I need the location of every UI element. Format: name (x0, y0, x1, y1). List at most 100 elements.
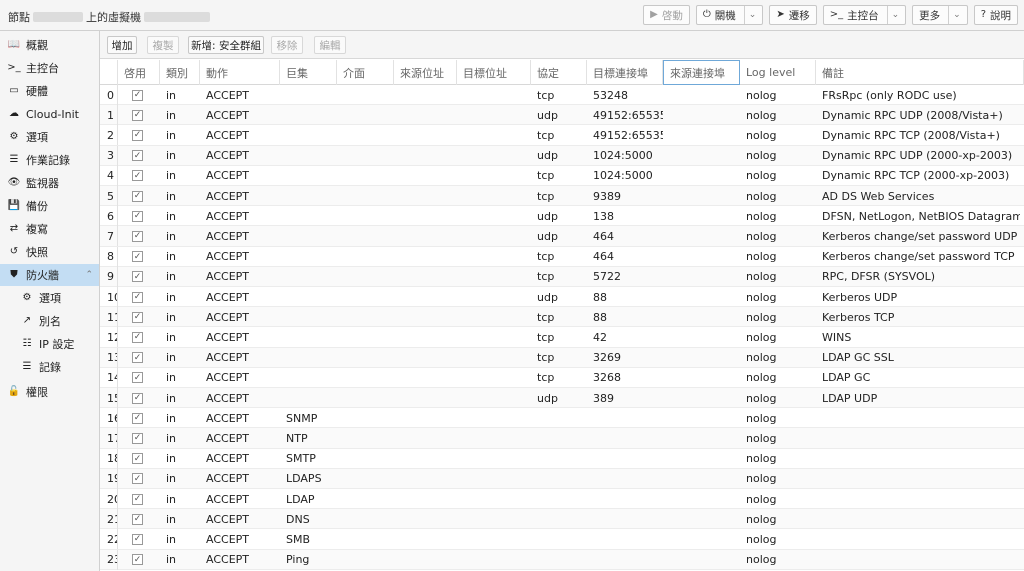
sidebar-item-2[interactable]: ▭ 硬體 (0, 80, 99, 102)
enable-checkbox[interactable]: ✓ (132, 493, 143, 505)
table-row[interactable]: 22✓inACCEPTSMBnolog (100, 529, 1024, 550)
table-row[interactable]: 16✓inACCEPTSNMPnolog (100, 408, 1024, 429)
table-row[interactable]: 0 ✓ in ACCEPT tcp 53248 nolog FRsRpc (only RODC… (100, 85, 1024, 106)
column-header-0[interactable]: 啓用 (118, 60, 160, 85)
table-row[interactable]: 6 ✓ in ACCEPT udp 138 nolog DFSN, NetLogon, Net… (100, 206, 1024, 227)
sidebar-item-5[interactable]: ☰ 作業記錄 (0, 149, 99, 171)
sidebar-item-7[interactable]: 💾 備份 (0, 195, 99, 217)
sidebar-item-8[interactable]: ⇄ 複寫 (0, 218, 99, 240)
column-header-2[interactable]: 動作 (200, 60, 280, 85)
enable-checkbox[interactable]: ✓ (132, 513, 143, 525)
enable-checkbox[interactable]: ✓ (132, 170, 143, 182)
toolbar-button-0[interactable]: 增加 (107, 36, 137, 54)
table-row[interactable]: 13✓inACCEPTtcp3269nologLDAP GC SSL (100, 347, 1024, 368)
sidebar-item-10[interactable]: ⛊ 防火牆 ⌃ (0, 264, 99, 286)
header-button-5[interactable]: ? 說明 (973, 5, 1018, 25)
enable-cell: ✓ (118, 247, 160, 267)
sidebar-item-15[interactable]: 🔓 權限 (0, 381, 99, 403)
enable-checkbox[interactable]: ✓ (132, 453, 143, 465)
column-header-4[interactable]: 介面 (337, 60, 394, 85)
table-row[interactable]: 3 ✓ in ACCEPT udp 1024:5000 nolog Dynamic RPC U… (100, 145, 1024, 166)
chevron-down-icon[interactable]: ⌄ (948, 6, 961, 24)
enable-checkbox[interactable]: ✓ (132, 473, 143, 485)
sidebar-item-6[interactable]: 👁 監視器 (0, 172, 99, 194)
enable-checkbox[interactable]: ✓ (132, 372, 143, 384)
table-row[interactable]: 15✓inACCEPTudp389nologLDAP UDP (100, 388, 1024, 409)
column-header-1[interactable]: 類別 (160, 60, 200, 85)
table-row[interactable]: 19✓inACCEPTLDAPSnolog (100, 468, 1024, 489)
sidebar-item-13[interactable]: ☷ IP 設定 (0, 333, 99, 355)
header-button-2[interactable]: ➤ 遷移 (769, 5, 817, 25)
table-row[interactable]: 4 ✓ in ACCEPT tcp 1024:5000 nolog Dynamic RPC T… (100, 165, 1024, 186)
column-header-8[interactable]: 目標連接埠 (587, 60, 663, 85)
enable-checkbox[interactable]: ✓ (132, 129, 143, 141)
cell-action: ACCEPT (206, 108, 249, 122)
header-button-0[interactable]: ▶ 啓動 (643, 5, 690, 25)
sidebar-item-label: 複寫 (26, 223, 48, 236)
header-button-1[interactable]: ⏻ 關機 ⌄ (695, 5, 764, 25)
sidebar-item-9[interactable]: ↺ 快照 (0, 241, 99, 263)
table-row[interactable]: 20✓inACCEPTLDAPnolog (100, 489, 1024, 510)
header-button-label: 說明 (990, 9, 1011, 22)
enable-checkbox[interactable]: ✓ (132, 554, 143, 566)
cell-comment: Dynamic RPC UDP (2000-xp-2003) (822, 149, 1013, 163)
table-row[interactable]: 23✓inACCEPTPingnolog (100, 549, 1024, 570)
sidebar-item-4[interactable]: ⚙ 選項 (0, 126, 99, 148)
sidebar-item-1[interactable]: >_ 主控台 (0, 57, 99, 79)
redacted-node-name (33, 12, 83, 22)
enable-checkbox[interactable]: ✓ (132, 150, 143, 162)
column-header-11[interactable]: 備註 (816, 60, 1024, 85)
table-row[interactable]: 11✓inACCEPTtcp88nologKerberos TCP (100, 307, 1024, 328)
enable-checkbox[interactable]: ✓ (132, 311, 143, 323)
sidebar-item-14[interactable]: ☰ 記錄 (0, 356, 99, 378)
column-header-5[interactable]: 來源位址 (394, 60, 457, 85)
table-row[interactable]: 1 ✓ in ACCEPT udp 49152:65535 nolog Dynamic RPC… (100, 105, 1024, 126)
table-row[interactable]: 18✓inACCEPTSMTPnolog (100, 448, 1024, 469)
sidebar-item-11[interactable]: ⚙ 選項 (0, 287, 99, 309)
table-row[interactable]: 7 ✓ in ACCEPT udp 464 nolog Kerberos change/set… (100, 226, 1024, 247)
chevron-down-icon[interactable]: ⌄ (743, 6, 756, 24)
cell-macro: DNS (286, 512, 310, 526)
table-row[interactable]: 2 ✓ in ACCEPT tcp 49152:65535 nolog Dynamic RPC… (100, 125, 1024, 146)
table-row[interactable]: 12✓inACCEPTtcp42nologWINS (100, 327, 1024, 348)
table-row[interactable]: 17✓inACCEPTNTPnolog (100, 428, 1024, 449)
enable-checkbox[interactable]: ✓ (132, 291, 143, 303)
column-header-6[interactable]: 目標位址 (457, 60, 531, 85)
toolbar-button-4[interactable]: 編輯 (314, 36, 346, 54)
table-row[interactable]: 9 ✓ in ACCEPT tcp 5722 nolog RPC, DFSR (SYSVOL) (100, 266, 1024, 287)
table-row[interactable]: 8 ✓ in ACCEPT tcp 464 nolog Kerberos change/set… (100, 246, 1024, 267)
column-header-7[interactable]: 協定 (531, 60, 587, 85)
sidebar-item-3[interactable]: ☁ Cloud-Init (0, 103, 99, 125)
chevron-up-icon[interactable]: ⌃ (85, 270, 93, 280)
cell-type: in (166, 108, 177, 122)
column-header-9[interactable]: 來源連接埠 (663, 60, 740, 85)
column-header-3[interactable]: 巨集 (280, 60, 337, 85)
sidebar-item-12[interactable]: ↗ 別名 (0, 310, 99, 332)
enable-checkbox[interactable]: ✓ (132, 190, 143, 202)
enable-checkbox[interactable]: ✓ (132, 533, 143, 545)
enable-checkbox[interactable]: ✓ (132, 230, 143, 242)
enable-checkbox[interactable]: ✓ (132, 392, 143, 404)
column-header-10[interactable]: Log level (740, 60, 816, 85)
enable-checkbox[interactable]: ✓ (132, 331, 143, 343)
enable-checkbox[interactable]: ✓ (132, 109, 143, 121)
table-row[interactable]: 21✓inACCEPTDNSnolog (100, 509, 1024, 530)
enable-checkbox[interactable]: ✓ (132, 432, 143, 444)
header-button-3[interactable]: >_ 主控台 ⌄ (822, 5, 907, 25)
chevron-down-icon[interactable]: ⌄ (886, 6, 899, 24)
check-icon: ✓ (133, 352, 142, 363)
table-row[interactable]: 14✓inACCEPTtcp3268nologLDAP GC (100, 367, 1024, 388)
enable-checkbox[interactable]: ✓ (132, 271, 143, 283)
toolbar-button-1[interactable]: 複製 (147, 36, 179, 54)
enable-checkbox[interactable]: ✓ (132, 352, 143, 364)
enable-checkbox[interactable]: ✓ (132, 251, 143, 263)
table-row[interactable]: 5 ✓ in ACCEPT tcp 9389 nolog AD DS Web Services (100, 186, 1024, 207)
header-button-4[interactable]: 更多 ⌄ (912, 5, 968, 25)
enable-checkbox[interactable]: ✓ (132, 412, 143, 424)
toolbar-button-3[interactable]: 移除 (271, 36, 303, 54)
enable-checkbox[interactable]: ✓ (132, 89, 143, 101)
table-row[interactable]: 10✓inACCEPTudp88nologKerberos UDP (100, 287, 1024, 308)
toolbar-button-2[interactable]: 新增: 安全群組 (188, 36, 264, 54)
enable-checkbox[interactable]: ✓ (132, 210, 143, 222)
sidebar-item-0[interactable]: 📖 概觀 (0, 34, 99, 56)
